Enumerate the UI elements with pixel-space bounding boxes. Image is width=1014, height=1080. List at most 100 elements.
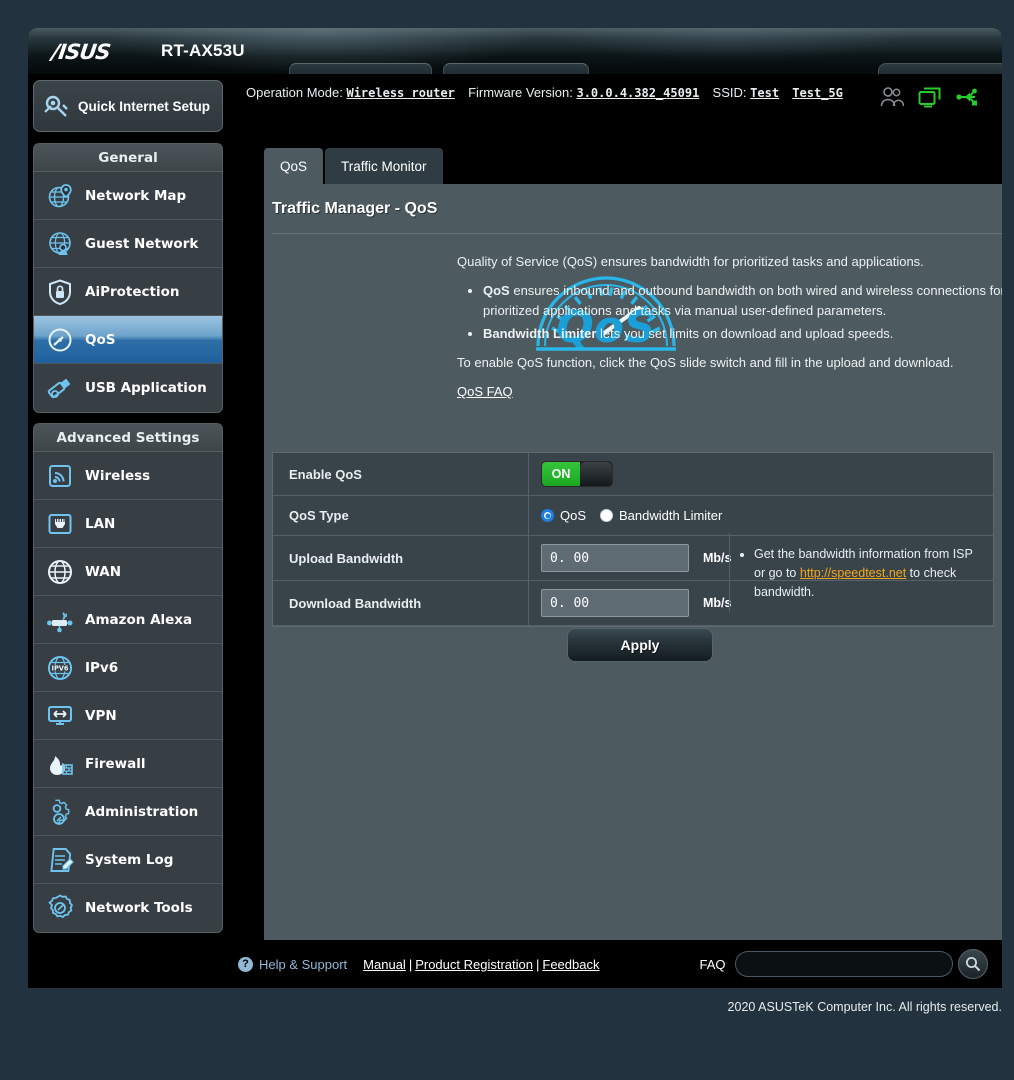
upload-bandwidth-input[interactable] [541, 544, 689, 572]
sidebar-item-ipv6[interactable]: IPV6 IPv6 [34, 644, 222, 692]
status-icons [880, 86, 980, 108]
title-divider [272, 233, 1002, 234]
tab-traffic-monitor[interactable]: Traffic Monitor [325, 148, 443, 184]
usb-icon[interactable] [956, 86, 980, 108]
sidebar-item-wan[interactable]: WAN [34, 548, 222, 596]
network-map-icon [46, 182, 74, 210]
download-unit-label: Mb/s [703, 596, 731, 610]
sidebar-item-network-map[interactable]: Network Map [34, 172, 222, 220]
bandwidth-hint-text: Get the bandwidth information from ISP o… [754, 545, 983, 602]
guest-network-icon [46, 230, 74, 258]
radio-qos[interactable]: QoS [541, 508, 586, 523]
enable-qos-toggle[interactable]: ON [541, 461, 613, 487]
advanced-menu-group: Advanced Settings Wireless LA [33, 423, 223, 933]
toggle-on-label: ON [542, 462, 580, 486]
svg-text:IPV6: IPV6 [52, 664, 69, 672]
download-bandwidth-label: Download Bandwidth [273, 581, 529, 625]
advanced-group-title: Advanced Settings [34, 424, 222, 452]
shield-lock-icon [46, 278, 74, 306]
sidebar-item-label: Network Map [85, 188, 186, 204]
radio-bandwidth-limiter[interactable]: Bandwidth Limiter [600, 508, 722, 523]
sidebar-item-label: VPN [85, 708, 117, 724]
operation-mode-label: Operation Mode: [246, 85, 343, 100]
quick-internet-setup-button[interactable]: Quick Internet Setup [33, 80, 223, 132]
asus-logo: /ISUS [50, 40, 111, 64]
page-title: Traffic Manager - QoS [272, 200, 437, 218]
search-icon [965, 956, 981, 972]
sidebar-item-label: USB Application [85, 380, 207, 396]
radio-bandwidth-limiter-label: Bandwidth Limiter [619, 508, 722, 523]
network-monitor-icon[interactable] [918, 86, 942, 108]
sidebar-item-network-tools[interactable]: Network Tools [34, 884, 222, 932]
lan-port-icon [46, 510, 74, 538]
radio-bandwidth-limiter-dot [600, 509, 613, 522]
help-support-label: Help & Support [259, 957, 347, 972]
sidebar-item-lan[interactable]: LAN [34, 500, 222, 548]
sidebar-item-qos[interactable]: QoS [34, 316, 222, 364]
intro-text-block: Quality of Service (QoS) ensures bandwid… [457, 252, 1002, 411]
sidebar-item-label: WAN [85, 564, 121, 580]
ssid-24g[interactable]: Test [750, 86, 779, 100]
ssid-5g[interactable]: Test_5G [792, 86, 843, 100]
question-mark-icon: ? [238, 957, 253, 972]
operation-mode-value[interactable]: Wireless router [346, 86, 454, 100]
router-model: RT-AX53U [161, 41, 245, 61]
faq-label: FAQ [699, 957, 725, 972]
help-support-link[interactable]: ? Help & Support [238, 957, 347, 972]
router-info-text: Operation Mode: Wireless router Firmware… [246, 85, 843, 100]
feature-qos: QoS ensures inbound and outbound bandwid… [483, 281, 1002, 321]
main-panel: Traffic Manager - QoS QoS [264, 184, 1002, 976]
ssid-label: SSID: [713, 85, 747, 100]
clients-icon[interactable] [880, 86, 904, 108]
usb-application-icon [46, 374, 74, 402]
feedback-link[interactable]: Feedback [542, 957, 599, 972]
copyright-text: 2020 ASUSTeK Computer Inc. All rights re… [728, 1000, 1002, 1014]
apply-button[interactable]: Apply [567, 628, 713, 662]
download-bandwidth-input[interactable] [541, 589, 689, 617]
faq-search-button[interactable] [958, 949, 988, 979]
sidebar-item-aiprotection[interactable]: AiProtection [34, 268, 222, 316]
tab-bar: QoS Traffic Monitor [264, 148, 443, 184]
faq-search-input[interactable] [735, 951, 953, 977]
sidebar-item-label: IPv6 [85, 660, 118, 676]
top-banner: /ISUS RT-AX53U Logout Reboot English [28, 28, 1002, 74]
general-menu-group: General Network Map [33, 143, 223, 413]
sidebar: Quick Internet Setup General Network Map [33, 80, 227, 943]
ipv6-globe-icon: IPV6 [46, 654, 74, 682]
table-row-enable-qos: Enable QoS ON [273, 453, 993, 496]
feature-bl-bold: Bandwidth Limiter [483, 326, 596, 341]
sidebar-item-wireless[interactable]: Wireless [34, 452, 222, 500]
firmware-label: Firmware Version: [468, 85, 573, 100]
speedtest-link[interactable]: http://speedtest.net [800, 566, 906, 580]
general-group-title: General [34, 144, 222, 172]
sidebar-item-usb-application[interactable]: USB Application [34, 364, 222, 412]
radio-qos-dot [541, 509, 554, 522]
firmware-value[interactable]: 3.0.0.4.382_45091 [576, 86, 699, 100]
toggle-knob [580, 462, 612, 486]
sidebar-item-label: System Log [85, 852, 173, 868]
manual-link[interactable]: Manual [363, 957, 406, 972]
feature-list: QoS ensures inbound and outbound bandwid… [483, 281, 1002, 344]
sidebar-item-system-log[interactable]: System Log [34, 836, 222, 884]
sidebar-item-vpn[interactable]: VPN [34, 692, 222, 740]
enable-instruction: To enable QoS function, click the QoS sl… [457, 353, 1002, 373]
firewall-flame-icon [46, 750, 74, 778]
sidebar-item-guest-network[interactable]: Guest Network [34, 220, 222, 268]
administration-gear-icon [46, 798, 74, 826]
qos-gauge-icon [46, 326, 74, 354]
sidebar-item-amazon-alexa[interactable]: Amazon Alexa [34, 596, 222, 644]
sidebar-item-label: QoS [85, 332, 115, 348]
sidebar-item-firewall[interactable]: Firewall [34, 740, 222, 788]
upload-bandwidth-label: Upload Bandwidth [273, 536, 529, 580]
sidebar-item-label: Wireless [85, 468, 150, 484]
tab-qos[interactable]: QoS [264, 148, 323, 184]
qos-faq-link[interactable]: QoS FAQ [457, 384, 513, 399]
footer-links: Manual|Product Registration|Feedback [363, 957, 599, 972]
feature-bl-rest: lets you set limits on download and uplo… [596, 326, 893, 341]
sidebar-item-label: AiProtection [85, 284, 179, 300]
sidebar-item-administration[interactable]: Administration [34, 788, 222, 836]
globe-icon [46, 558, 74, 586]
radio-qos-label: QoS [560, 508, 586, 523]
product-registration-link[interactable]: Product Registration [415, 957, 533, 972]
quick-setup-icon [42, 92, 70, 120]
